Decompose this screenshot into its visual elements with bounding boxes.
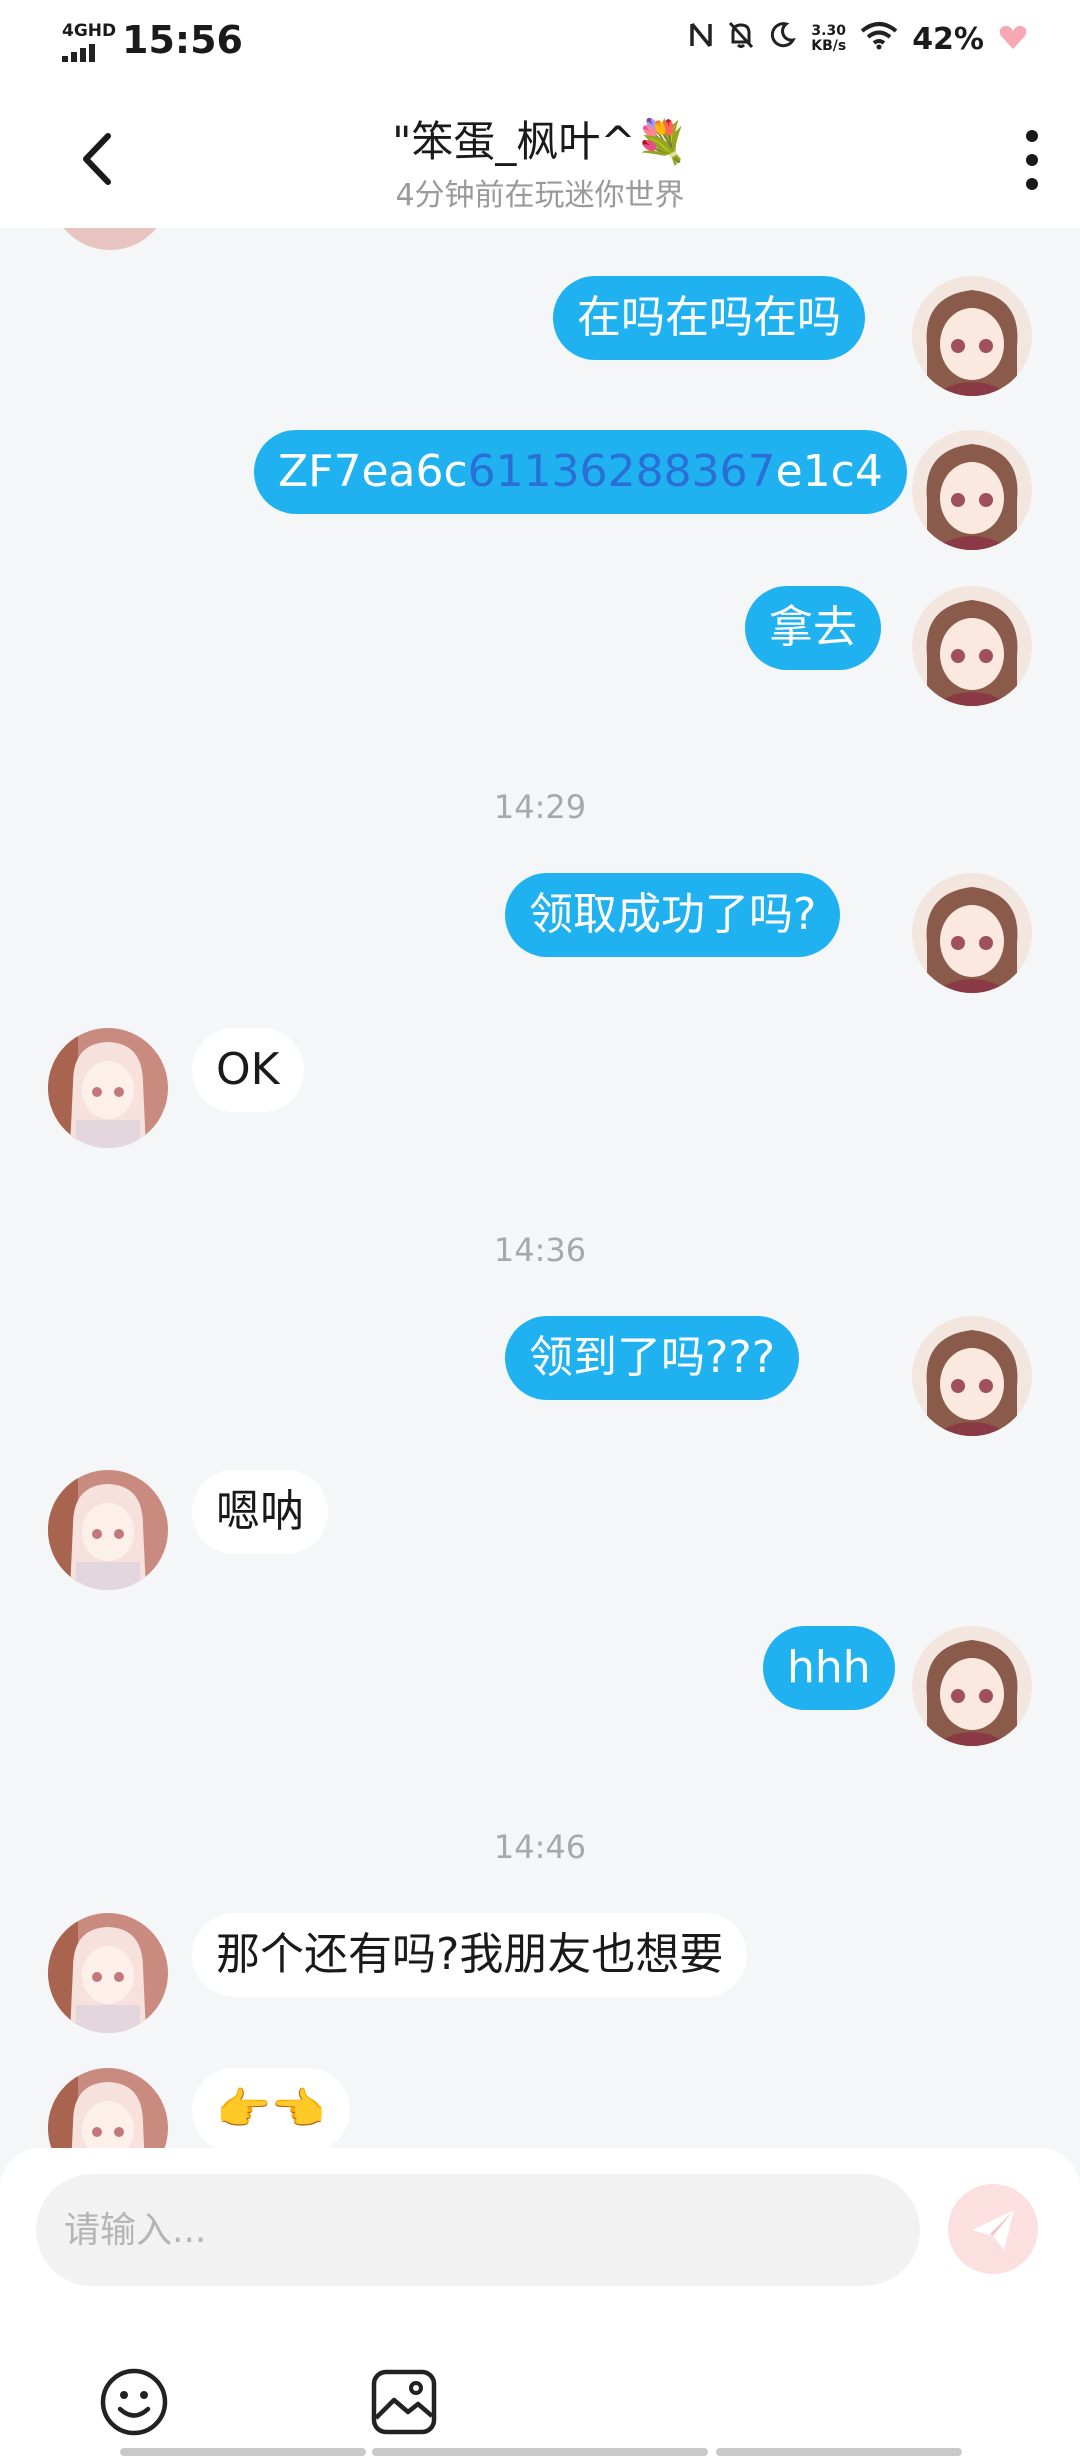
- heart-battery-icon: [998, 23, 1028, 55]
- my-avatar[interactable]: [912, 430, 1032, 550]
- friend-avatar[interactable]: [48, 2068, 168, 2148]
- chat-header: "笨蛋_枫叶^💐 4分钟前在玩迷你世界: [0, 84, 1080, 228]
- friend-avatar[interactable]: [48, 1913, 168, 2033]
- sent-message[interactable]: ZF7ea6c61136288367e1c4: [254, 430, 907, 514]
- message-composer: [0, 2148, 1080, 2460]
- message-text: e1c4: [775, 446, 883, 497]
- sent-message[interactable]: 拿去: [745, 586, 881, 670]
- paper-plane-icon: [972, 2210, 1014, 2250]
- emoji-button[interactable]: [98, 2366, 170, 2438]
- status-bar: 4GHD 15:56 3.30 KB/s 42%: [0, 0, 1080, 84]
- signal-bars-icon: [62, 44, 95, 62]
- signal-indicator: 4GHD: [62, 18, 117, 62]
- more-vertical-icon: [1026, 130, 1038, 190]
- my-avatar[interactable]: [912, 1316, 1032, 1436]
- timestamp: 14:46: [493, 1828, 587, 1866]
- mute-icon: [727, 20, 755, 58]
- timestamp: 14:36: [493, 1231, 587, 1269]
- sent-message[interactable]: 在吗在吗在吗: [553, 276, 865, 360]
- received-message[interactable]: 嗯呐: [192, 1470, 328, 1554]
- my-avatar[interactable]: [912, 1626, 1032, 1746]
- more-options-button[interactable]: [1002, 120, 1062, 200]
- timestamp: 14:29: [493, 788, 587, 826]
- message-text: ZF7ea6c: [278, 446, 468, 497]
- image-button[interactable]: [368, 2366, 440, 2438]
- contact-status: 4分钟前在玩迷你世界: [395, 178, 685, 213]
- friend-avatar[interactable]: [48, 1028, 168, 1148]
- gesture-bar: [372, 2448, 708, 2456]
- sent-message[interactable]: hhh: [763, 1626, 895, 1710]
- my-avatar[interactable]: [912, 276, 1032, 396]
- network-speed: 3.30 KB/s: [811, 23, 847, 54]
- my-avatar[interactable]: [912, 586, 1032, 706]
- friend-avatar[interactable]: [50, 228, 170, 250]
- received-message[interactable]: 👉👈: [192, 2068, 350, 2148]
- sent-message[interactable]: 领取成功了吗?: [505, 873, 841, 957]
- clock: 15:56: [122, 18, 243, 62]
- gesture-bar: [120, 2448, 366, 2456]
- battery-level: 42%: [912, 21, 984, 57]
- sent-message[interactable]: 领到了吗???: [505, 1316, 800, 1400]
- linked-number[interactable]: 61136288367: [468, 446, 776, 497]
- message-list[interactable]: 在吗在吗在吗 ZF7ea6c61136288367e1c4 拿去 14:29 领…: [0, 228, 1080, 2148]
- received-message[interactable]: 那个还有吗?我朋友也想要: [192, 1913, 748, 1997]
- emoji-icon: [100, 2368, 168, 2436]
- wifi-icon: [860, 20, 898, 58]
- contact-name: "笨蛋_枫叶^💐: [392, 117, 688, 166]
- moon-icon: [769, 20, 797, 58]
- image-icon: [371, 2369, 437, 2435]
- send-button[interactable]: [948, 2184, 1038, 2274]
- gesture-bar: [716, 2448, 962, 2456]
- my-avatar[interactable]: [912, 873, 1032, 993]
- message-input[interactable]: [36, 2174, 920, 2286]
- friend-avatar[interactable]: [48, 1470, 168, 1590]
- network-type: 4GHD: [62, 21, 117, 41]
- nfc-icon: [689, 20, 713, 58]
- received-message[interactable]: OK: [192, 1028, 304, 1112]
